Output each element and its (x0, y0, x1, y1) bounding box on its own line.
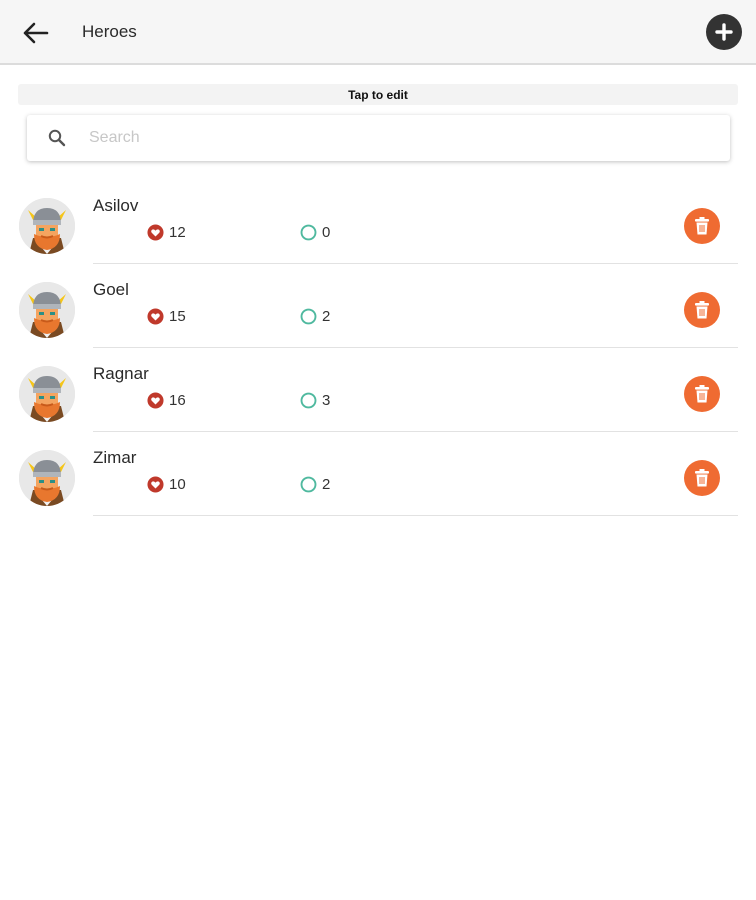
hero-mana: 2 (300, 476, 330, 493)
page-title: Heroes (82, 22, 137, 41)
delete-hero-button[interactable] (684, 292, 720, 328)
trash-icon (695, 217, 709, 235)
hero-mana: 3 (300, 392, 330, 409)
heart-icon (147, 476, 164, 493)
circle-icon (300, 392, 317, 409)
hero-name: Asilov (93, 196, 139, 215)
back-button[interactable] (20, 17, 52, 49)
row-divider (93, 347, 738, 348)
hero-avatar (19, 450, 75, 506)
add-hero-button[interactable] (706, 14, 742, 50)
hero-row[interactable]: Asilov 12 0 (0, 186, 756, 270)
circle-icon (300, 308, 317, 325)
hero-health: 16 (147, 392, 186, 409)
delete-hero-button[interactable] (684, 460, 720, 496)
hero-health: 12 (147, 224, 186, 241)
circle-icon (300, 476, 317, 493)
hero-row[interactable]: Ragnar 16 3 (0, 354, 756, 438)
circle-icon (300, 224, 317, 241)
heart-icon (147, 392, 164, 409)
plus-icon (715, 23, 733, 41)
hero-name: Ragnar (93, 364, 149, 383)
search-input[interactable] (89, 123, 709, 153)
row-divider (93, 431, 738, 432)
hero-mana-value: 3 (322, 392, 331, 409)
hero-list: Asilov 12 0 Goel 15 2 Ragnar 16 3 Zimar … (0, 186, 756, 522)
hero-row[interactable]: Goel 15 2 (0, 270, 756, 354)
search-bar (27, 115, 730, 161)
hero-health: 10 (147, 476, 186, 493)
hero-avatar (19, 366, 75, 422)
hero-mana: 2 (300, 308, 330, 325)
hero-name: Goel (93, 280, 129, 299)
trash-icon (695, 469, 709, 487)
hero-health-value: 15 (169, 308, 186, 325)
hero-avatar (19, 282, 75, 338)
search-icon (48, 129, 66, 147)
arrow-left-icon (23, 22, 49, 44)
hero-health-value: 10 (169, 476, 186, 493)
delete-hero-button[interactable] (684, 376, 720, 412)
heart-icon (147, 308, 164, 325)
hero-row[interactable]: Zimar 10 2 (0, 438, 756, 522)
hero-avatar (19, 198, 75, 254)
hero-mana-value: 2 (322, 476, 331, 493)
hero-mana-value: 2 (322, 308, 331, 325)
delete-hero-button[interactable] (684, 208, 720, 244)
hero-name: Zimar (93, 448, 137, 467)
hero-mana: 0 (300, 224, 330, 241)
tap-to-edit-hint: Tap to edit (18, 84, 738, 105)
hero-health-value: 16 (169, 392, 186, 409)
hero-health: 15 (147, 308, 186, 325)
hero-mana-value: 0 (322, 224, 331, 241)
row-divider (93, 515, 738, 516)
heart-icon (147, 224, 164, 241)
hero-health-value: 12 (169, 224, 186, 241)
app-bar: Heroes (0, 0, 756, 65)
trash-icon (695, 385, 709, 403)
row-divider (93, 263, 738, 264)
trash-icon (695, 301, 709, 319)
